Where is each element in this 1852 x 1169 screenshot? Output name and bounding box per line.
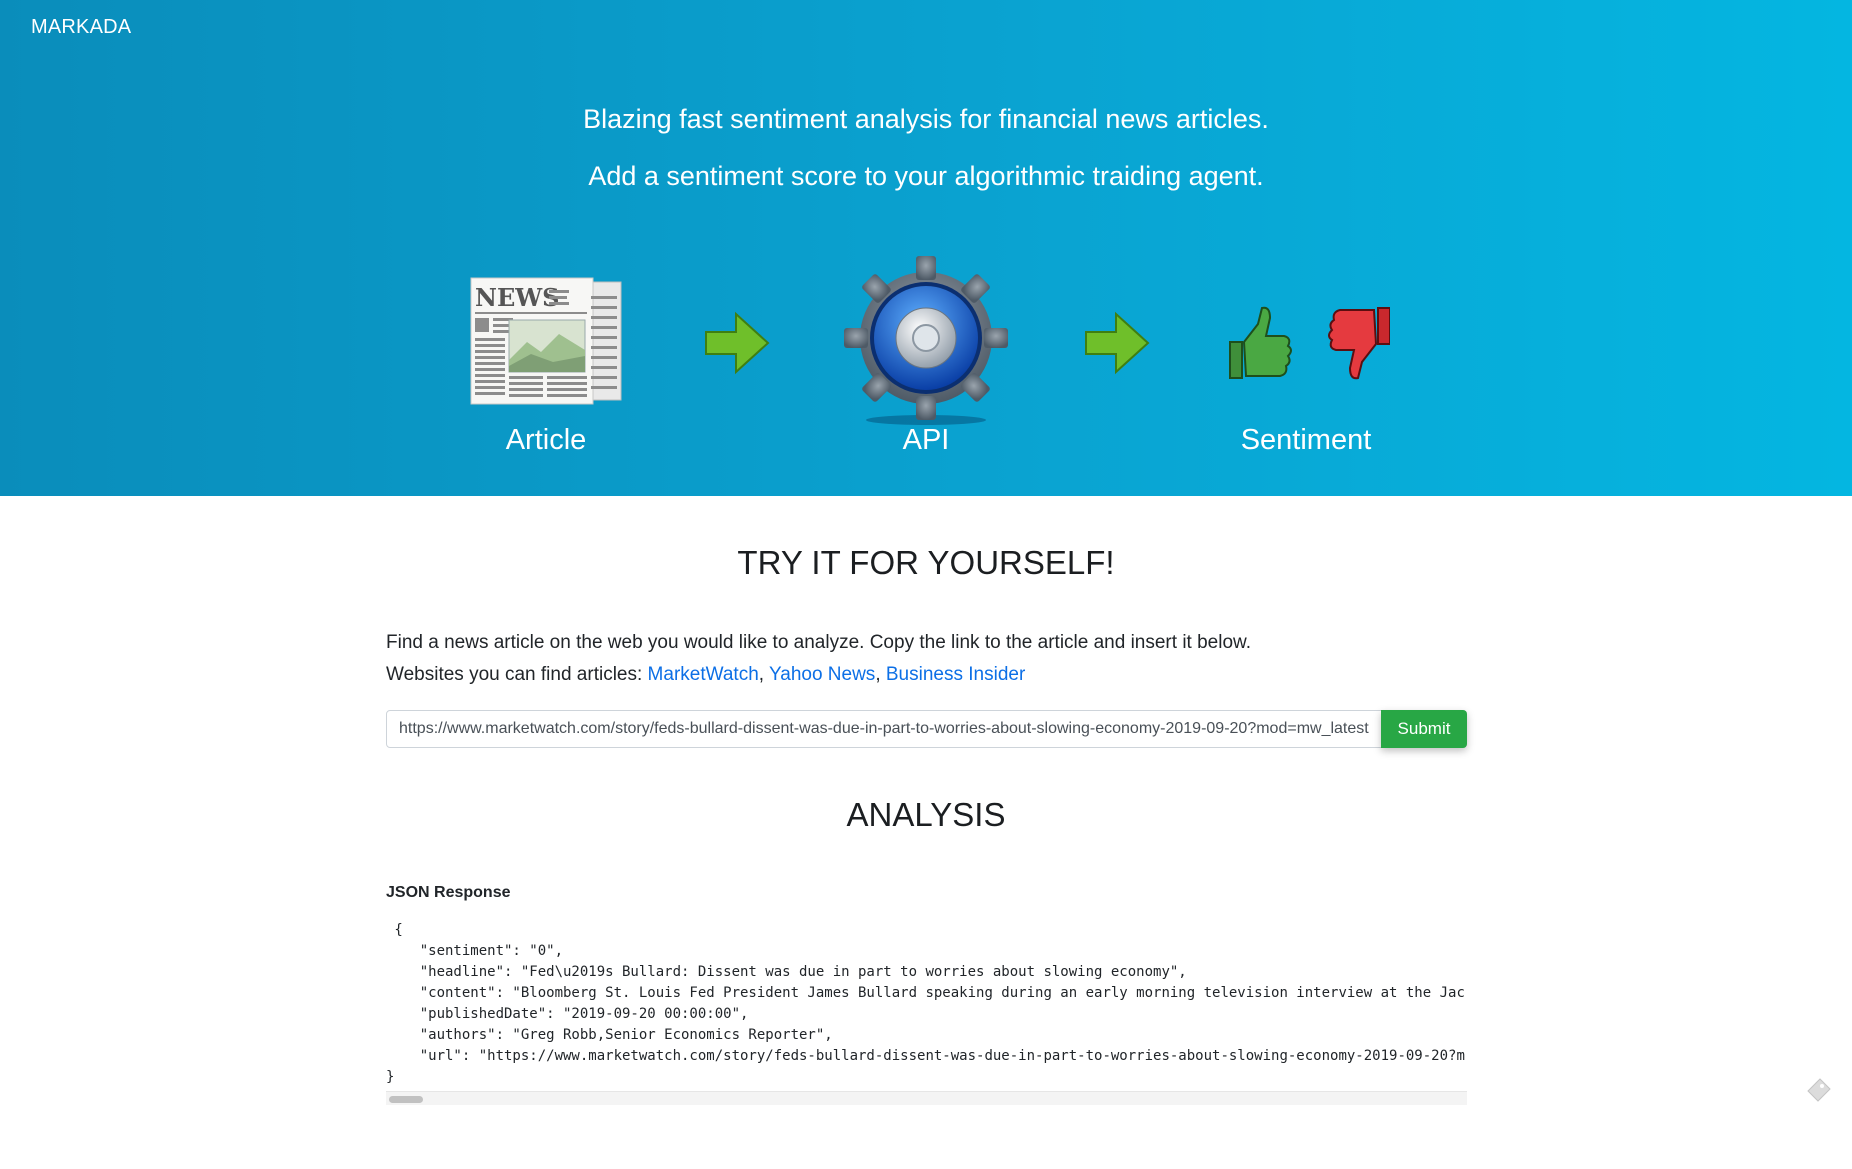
thumbs-up-down-icon (1229, 306, 1391, 380)
sites-line: Websites you can find articles: MarketWa… (386, 664, 1025, 686)
article-url-input[interactable] (386, 710, 1382, 748)
brand-logo[interactable]: MARKADA (31, 16, 131, 39)
tagline-primary: Blazing fast sentiment analysis for fina… (583, 104, 1269, 134)
arrow-right-icon (704, 310, 770, 376)
sites-prefix: Websites you can find articles: (386, 664, 648, 685)
json-line: { (386, 922, 403, 938)
scrollbar-thumb[interactable] (389, 1096, 423, 1103)
thumbs-down-icon (1328, 307, 1391, 380)
svg-text:NEWS: NEWS (475, 283, 560, 312)
json-line: "authors": "Greg Robb,Senior Economics R… (386, 1027, 833, 1043)
submit-button[interactable]: Submit (1381, 710, 1467, 748)
newspaper-icon: NEWS (470, 277, 622, 405)
json-response-block[interactable]: { "sentiment": "0", "headline": "Fed\u20… (386, 920, 1467, 1088)
analysis-title: ANALYSIS (846, 796, 1006, 833)
separator: , (758, 664, 769, 685)
instructions-text: Find a news article on the web you would… (386, 632, 1251, 653)
thumbs-up-icon (1229, 306, 1292, 379)
json-line: } (386, 1069, 395, 1085)
flow-step-sentiment (1224, 304, 1391, 384)
json-line: "sentiment": "0", (386, 943, 564, 959)
link-yahoo-news[interactable]: Yahoo News (769, 664, 875, 685)
json-line: "url": "https://www.marketwatch.com/stor… (386, 1048, 1465, 1064)
json-line: "publishedDate": "2019-09-20 00:00:00", (386, 1006, 749, 1022)
separator: , (875, 664, 886, 685)
flow-label-sentiment: Sentiment (1240, 424, 1372, 456)
flow-step-article: NEWS (469, 276, 625, 408)
try-section-title: TRY IT FOR YOURSELF! (737, 544, 1115, 581)
flow-label-api: API (902, 424, 950, 456)
hero-banner: MARKADA Blazing fast sentiment analysis … (0, 0, 1852, 496)
link-business-insider[interactable]: Business Insider (886, 664, 1025, 685)
extension-tag-icon[interactable] (1806, 1077, 1832, 1108)
flow-step-api (844, 256, 1008, 426)
gear-icon (844, 256, 1008, 425)
arrow-right-icon (1084, 310, 1150, 376)
json-response-label: JSON Response (386, 884, 511, 901)
link-marketwatch[interactable]: MarketWatch (648, 664, 759, 685)
tagline-secondary: Add a sentiment score to your algorithmi… (588, 161, 1264, 191)
flow-label-article: Article (505, 424, 587, 456)
json-line: "content": "Bloomberg St. Louis Fed Pres… (386, 985, 1465, 1001)
horizontal-scrollbar[interactable] (386, 1091, 1467, 1105)
json-line: "headline": "Fed\u2019s Bullard: Dissent… (386, 964, 1187, 980)
